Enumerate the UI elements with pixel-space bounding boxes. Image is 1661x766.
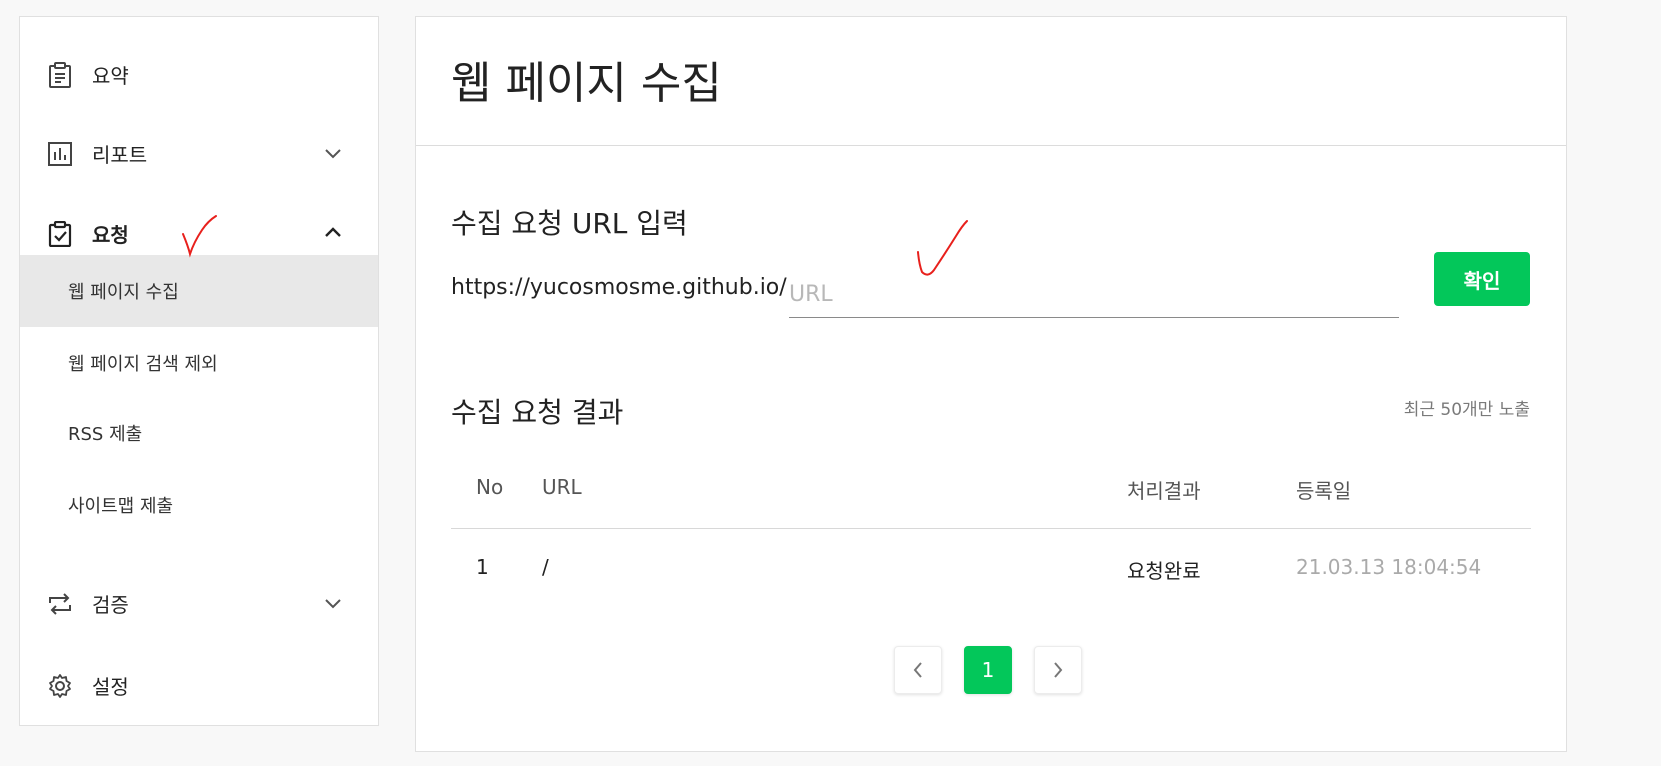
confirm-button[interactable]: 확인 — [1434, 252, 1530, 306]
pagination-next-button[interactable] — [1034, 646, 1082, 694]
sidebar-item-label: 설정 — [92, 674, 129, 699]
column-header-date: 등록일 — [1296, 479, 1352, 503]
sidebar-item-verify[interactable]: 검증 — [20, 583, 378, 623]
header-divider — [416, 145, 1566, 146]
sidebar-subitem-label: 웹 페이지 검색 제외 — [68, 354, 218, 375]
sidebar-subitem-sitemap-submit[interactable]: 사이트맵 제출 — [20, 469, 378, 541]
gear-icon — [49, 674, 71, 698]
url-input[interactable] — [789, 271, 1399, 318]
chevron-down-icon[interactable] — [323, 145, 343, 161]
sidebar-item-label: 검증 — [92, 592, 129, 617]
sidebar-subitem-label: 사이트맵 제출 — [68, 496, 174, 517]
sidebar-subitem-rss-submit[interactable]: RSS 제출 — [20, 397, 378, 469]
cell-no: 1 — [476, 555, 489, 579]
chevron-up-icon[interactable] — [323, 225, 343, 241]
chevron-left-icon — [913, 662, 922, 678]
cell-date: 21.03.13 18:04:54 — [1296, 555, 1482, 579]
sidebar-item-label: 리포트 — [92, 142, 148, 167]
main-panel: 웹 페이지 수집 수집 요청 URL 입력 https://yucosmosme… — [415, 16, 1567, 752]
sidebar-item-settings[interactable]: 설정 — [20, 665, 378, 705]
request-section-title: 수집 요청 URL 입력 — [451, 207, 688, 240]
sidebar-item-report[interactable]: 리포트 — [20, 133, 378, 173]
column-header-no: No — [476, 475, 504, 499]
results-section-title: 수집 요청 결과 — [451, 396, 624, 429]
pagination-page-button[interactable]: 1 — [964, 646, 1012, 694]
chevron-down-icon[interactable] — [323, 595, 343, 611]
sidebar-subitem-label: 웹 페이지 수집 — [68, 282, 179, 303]
sidebar-subitem-web-page-collect[interactable]: 웹 페이지 수집 — [20, 255, 378, 327]
chart-icon — [48, 142, 72, 166]
results-note: 최근 50개만 노출 — [1403, 400, 1530, 420]
url-prefix: https://yucosmosme.github.io/ — [451, 275, 787, 300]
sidebar-subitem-label: RSS 제출 — [68, 424, 143, 445]
page-title: 웹 페이지 수집 — [451, 58, 722, 109]
clipboard-icon — [49, 62, 71, 88]
cell-status: 요청완료 — [1127, 559, 1201, 583]
sidebar-subitem-web-page-exclude[interactable]: 웹 페이지 검색 제외 — [20, 327, 378, 399]
sidebar: 요약 리포트 요청 웹 페이지 수집 웹 페이지 검색 제외 RSS 제출 사이… — [19, 16, 379, 726]
column-header-status: 처리결과 — [1127, 479, 1201, 503]
chevron-right-icon — [1054, 662, 1063, 678]
column-header-url: URL — [542, 475, 582, 499]
sidebar-item-request[interactable]: 요청 — [20, 213, 378, 253]
pagination-prev-button[interactable] — [894, 646, 942, 694]
table-divider — [451, 528, 1531, 529]
repeat-icon — [49, 593, 71, 615]
sidebar-item-summary[interactable]: 요약 — [20, 54, 378, 94]
clipboard-check-icon — [48, 221, 72, 247]
sidebar-item-label: 요청 — [92, 222, 129, 247]
cell-url: / — [542, 555, 549, 579]
sidebar-item-label: 요약 — [92, 63, 129, 88]
